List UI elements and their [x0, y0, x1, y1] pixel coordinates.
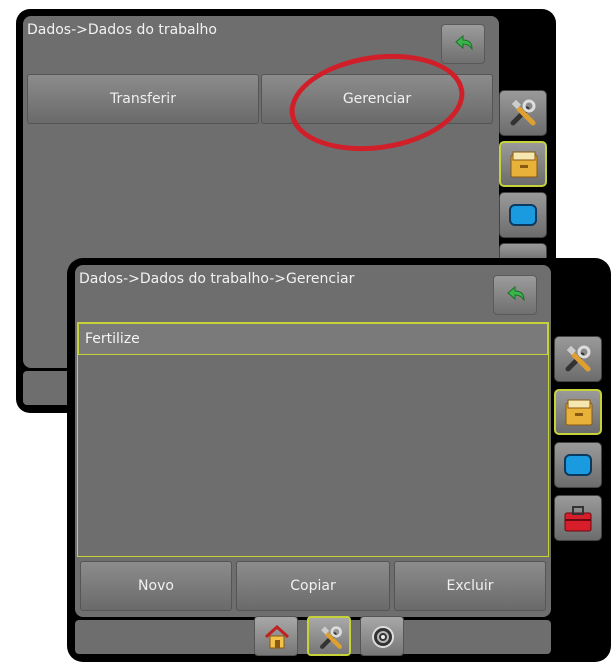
- side-tab-tools[interactable]: [554, 336, 602, 382]
- home-icon: [264, 624, 290, 649]
- side-tab-data[interactable]: [499, 141, 547, 187]
- tools-nav-button[interactable]: [307, 616, 351, 656]
- tools-icon: [565, 345, 591, 372]
- toolbox-icon: [564, 506, 592, 532]
- tools-icon: [320, 626, 342, 649]
- display-icon: [509, 204, 537, 226]
- data-storage-icon: [565, 399, 593, 426]
- page-title: Dados->Dados do trabalho: [27, 22, 217, 38]
- copy-button[interactable]: Copiar: [236, 561, 390, 611]
- page-title: Dados->Dados do trabalho->Gerenciar: [79, 271, 355, 287]
- back-button[interactable]: [441, 24, 485, 64]
- side-tab-display[interactable]: [554, 442, 602, 488]
- side-tab-display[interactable]: [499, 192, 547, 238]
- side-tab-data[interactable]: [554, 389, 602, 435]
- job-list[interactable]: Fertilize: [77, 322, 549, 557]
- front-screen-panel: Dados->Dados do trabalho->Gerenciar Fert…: [75, 265, 551, 617]
- back-button[interactable]: [493, 275, 537, 315]
- side-tab-tools[interactable]: [499, 90, 547, 136]
- tools-icon: [510, 99, 536, 126]
- back-arrow-icon: [507, 285, 525, 302]
- gauge-icon: [372, 626, 394, 648]
- back-arrow-icon: [455, 34, 473, 51]
- side-tab-toolbox[interactable]: [554, 495, 602, 541]
- new-button[interactable]: Novo: [80, 561, 232, 611]
- delete-button[interactable]: Excluir: [394, 561, 546, 611]
- list-item[interactable]: Fertilize: [78, 323, 548, 355]
- front-screen: Dados->Dados do trabalho->Gerenciar Fert…: [67, 258, 611, 662]
- data-storage-icon: [510, 151, 538, 178]
- home-button[interactable]: [254, 616, 298, 656]
- transfer-button[interactable]: Transferir: [27, 74, 259, 124]
- gauge-button[interactable]: [360, 616, 404, 656]
- display-icon: [564, 454, 592, 476]
